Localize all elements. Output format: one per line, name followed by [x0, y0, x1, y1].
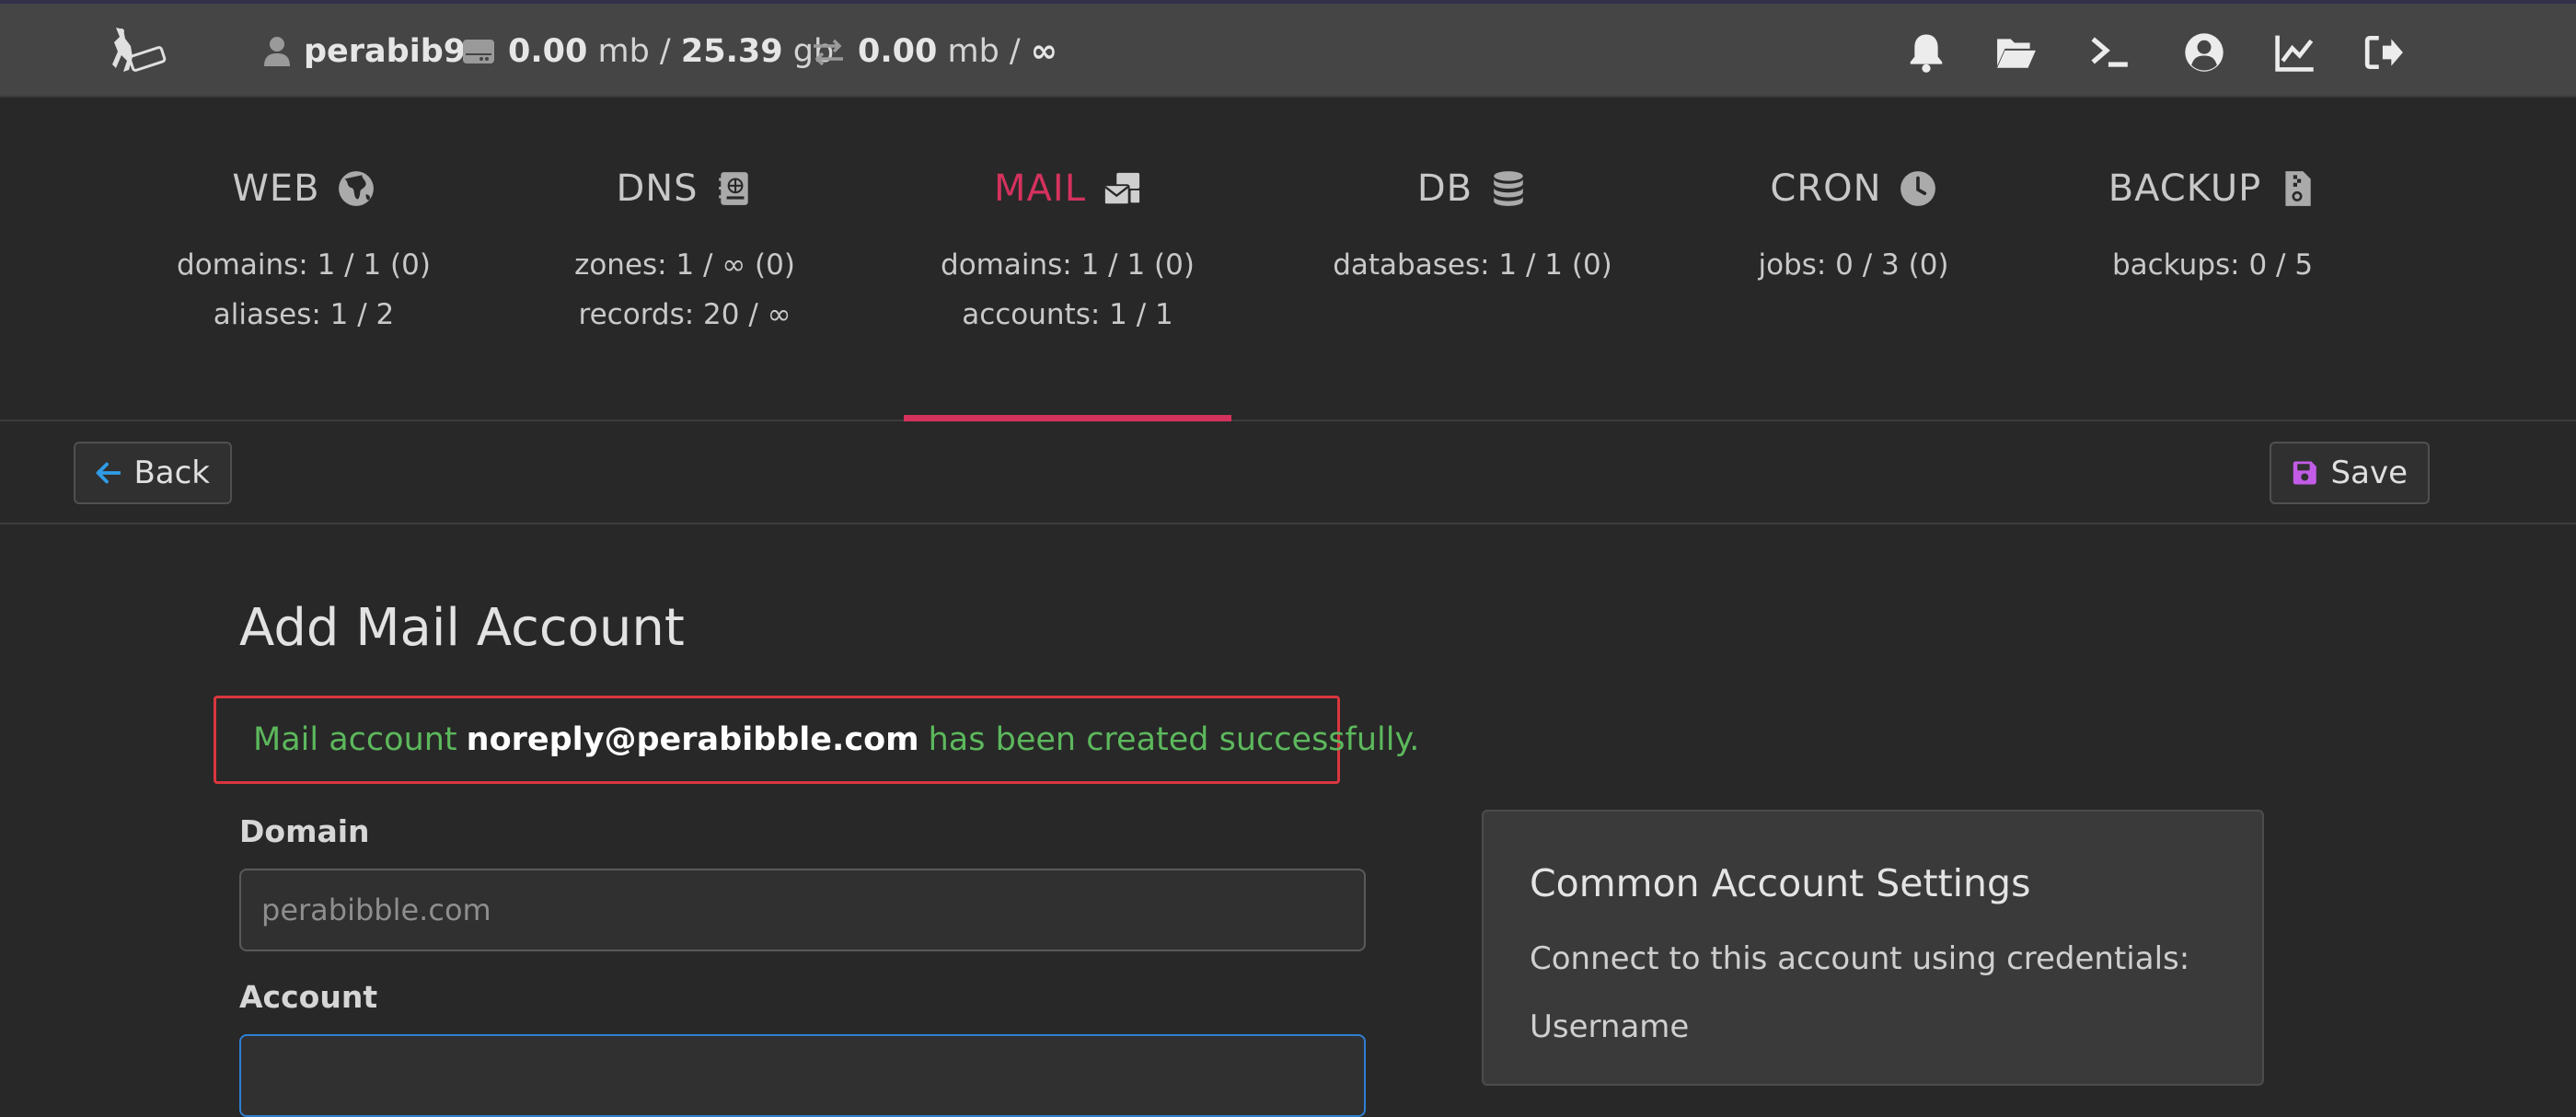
disk-stat: 0.00 mb / 25.39 gb	[462, 31, 834, 72]
back-button[interactable]: Back	[74, 442, 232, 504]
menu-item-mail[interactable]: MAIL domains: 1 / 1 (0) accounts: 1 / 1	[904, 98, 1231, 423]
bandwidth-stat: 0.00 mb / ∞	[812, 31, 1057, 72]
page-title: Add Mail Account	[239, 598, 685, 658]
domain-label: Domain	[239, 813, 370, 849]
card-title: Common Account Settings	[1530, 861, 2031, 905]
common-account-settings-card: Common Account Settings Connect to this …	[1482, 810, 2264, 1086]
bandwidth-used: 0.00	[858, 33, 938, 70]
menu-title-label: BACKUP	[2108, 167, 2262, 210]
account-label: Account	[239, 979, 378, 1015]
account-input[interactable]	[239, 1034, 1366, 1117]
menu-stat-line: jobs: 0 / 3 (0)	[1758, 248, 1949, 282]
save-button[interactable]: Save	[2270, 442, 2430, 504]
menu-title: DB	[1325, 167, 1620, 210]
menu-stat-line: zones: 1 / ∞ (0)	[574, 248, 795, 282]
toolbar: Back Save	[0, 421, 2576, 524]
menu-item-db[interactable]: DB databases: 1 / 1 (0)	[1325, 98, 1620, 421]
chart-line-icon[interactable]	[2271, 29, 2317, 75]
top-bar: perabib9 0.00 mb / 25.39 gb 0.00 mb / ∞	[0, 0, 2576, 98]
menu-stat-line: aliases: 1 / 2	[213, 298, 395, 331]
menu-item-dns[interactable]: DNS zones: 1 / ∞ (0) records: 20 / ∞	[556, 98, 814, 421]
menu-title-label: MAIL	[994, 167, 1086, 210]
menu-title: DNS	[556, 167, 814, 210]
menu-stat-line: accounts: 1 / 1	[962, 298, 1173, 331]
alert-prefix: Mail account	[253, 721, 457, 758]
menu-title-label: DNS	[616, 167, 699, 210]
menu-item-cron[interactable]: CRON jobs: 0 / 3 (0)	[1725, 98, 1982, 421]
main-menu: WEB domains: 1 / 1 (0) aliases: 1 / 2 DN…	[0, 98, 2576, 423]
bandwidth-total: ∞	[1030, 33, 1058, 70]
logo-icon[interactable]	[103, 24, 169, 79]
exchange-icon	[814, 39, 843, 66]
menu-stat-line: records: 20 / ∞	[578, 298, 791, 331]
menu-stat-line: backups: 0 / 5	[2111, 248, 2314, 282]
domain-input[interactable]: perabibble.com	[239, 869, 1366, 951]
save-button-label: Save	[2330, 455, 2408, 491]
menu-stat-line: domains: 1 / 1 (0)	[177, 248, 431, 282]
menu-stat-line: domains: 1 / 1 (0)	[941, 248, 1195, 282]
alert-email: noreply@perabibble.com	[466, 721, 919, 758]
hdd-icon	[463, 40, 494, 63]
folder-open-icon[interactable]	[1993, 29, 2039, 75]
file-archive-icon	[2285, 171, 2311, 206]
username: perabib9	[304, 33, 467, 70]
menu-title: BACKUP	[2084, 167, 2341, 210]
address-book-icon	[718, 172, 748, 205]
user-icon	[264, 37, 290, 66]
menu-title: CRON	[1725, 167, 1982, 210]
menu-title-label: WEB	[232, 167, 320, 210]
disk-used-unit: mb /	[597, 33, 671, 70]
domain-value: perabibble.com	[261, 892, 491, 927]
menu-title-label: DB	[1416, 167, 1473, 210]
menu-stat-line: databases: 1 / 1 (0)	[1333, 248, 1612, 282]
menu-title: MAIL	[904, 167, 1231, 210]
bell-icon[interactable]	[1903, 29, 1949, 75]
logout-icon[interactable]	[2362, 29, 2408, 75]
bandwidth-used-unit: mb /	[947, 33, 1021, 70]
globe-icon	[338, 171, 374, 206]
database-icon	[1494, 171, 1523, 206]
disk-total: 25.39	[680, 33, 783, 70]
disk-used: 0.00	[508, 33, 588, 70]
floppy-disk-icon	[2293, 461, 2316, 485]
card-text: Connect to this account using credential…	[1530, 940, 2190, 977]
username-label: Username	[1530, 1008, 1690, 1045]
mail-bulk-icon	[1103, 172, 1140, 206]
menu-title: WEB	[175, 167, 433, 210]
menu-title-label: CRON	[1770, 167, 1882, 210]
back-button-label: Back	[133, 455, 210, 491]
menu-item-backup[interactable]: BACKUP backups: 0 / 5	[2084, 98, 2341, 421]
arrow-left-icon	[96, 462, 121, 484]
clock-icon	[1900, 171, 1935, 206]
user-stat: perabib9	[263, 31, 466, 72]
terminal-icon[interactable]	[2087, 29, 2133, 75]
alert-suffix: has been created successfully.	[928, 721, 1420, 758]
success-alert: Mail account noreply@perabibble.com has …	[214, 696, 1419, 784]
user-circle-icon[interactable]	[2181, 29, 2227, 75]
menu-item-web[interactable]: WEB domains: 1 / 1 (0) aliases: 1 / 2	[175, 98, 433, 421]
